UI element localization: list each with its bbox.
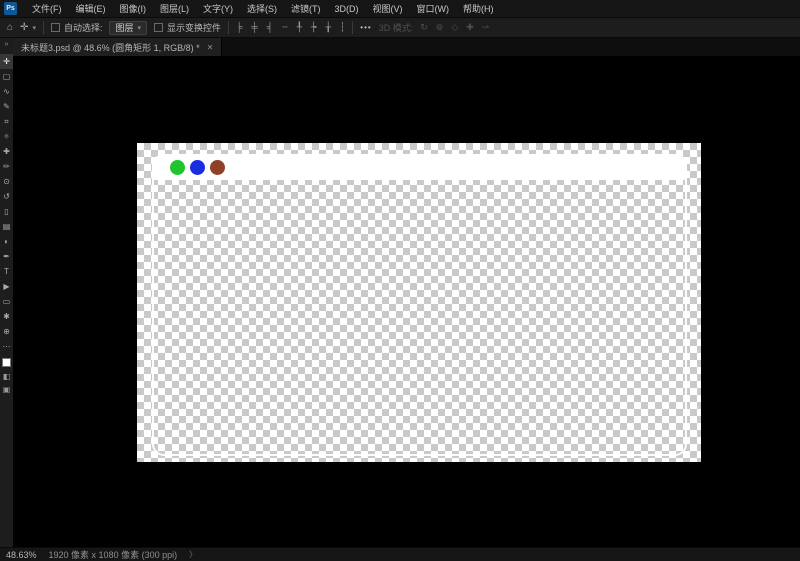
menu-item[interactable]: 3D(D) [328, 0, 366, 18]
artwork-circle [190, 159, 205, 175]
path-selection-tool[interactable]: ▶ [0, 279, 13, 294]
more-options-button[interactable]: ••• [360, 23, 371, 32]
lasso-tool[interactable]: ∿ [0, 84, 13, 99]
menu-bar: Ps 文件(F) 编辑(E) 图像(I) 图层(L) 文字(Y) 选择(S) 滤镜(T) 3D… [0, 0, 800, 18]
window-titlebar-shape [152, 154, 687, 180]
tools: ✛ ▢ ∿ ✎ ⌗ ✧ ✚ ✏ ⊙ ↺ ▯ ▤ ◐ ✒ T ▶ ▭ ✱ ⊕ ⋯ [0, 54, 13, 354]
options-bar: ⌂ ✛ ▾ 自动选择: 图层 ▾ 显示变换控件 ╞ ╪ ╡ ┄ ╀ ┾ ╁ ┆ ••• 3D … [0, 18, 800, 38]
3d-mode-icon: ◇ [451, 22, 459, 32]
divider [42, 21, 44, 34]
photoshop-logo-icon: Ps [4, 2, 17, 15]
hand-tool[interactable]: ✱ [0, 309, 13, 324]
status-bar: 48.63% 1920 像素 x 1080 像素 (300 ppi) 〉 [0, 547, 800, 561]
3d-mode-icon: ⊚ [435, 22, 444, 32]
document-tab-title: 未标题3.psd @ 48.6% (圆角矩形 1, RGB/8) * [21, 42, 200, 53]
auto-select-checkbox[interactable] [50, 23, 60, 32]
zoom-tool[interactable]: ⊕ [0, 324, 13, 339]
type-tool[interactable]: T [0, 264, 13, 279]
artwork-circle [170, 159, 185, 175]
foreground-color-swatch[interactable] [2, 358, 11, 367]
window-outline-shape [152, 154, 687, 456]
chevron-down-icon: ▾ [32, 24, 36, 32]
align-icon[interactable]: ┄ [282, 23, 287, 32]
show-transform-checkbox[interactable] [154, 23, 163, 32]
tool-preset-button[interactable]: ✛ ▾ [20, 21, 36, 33]
document-tab-bar: 未标题3.psd @ 48.6% (圆角矩形 1, RGB/8) * ✕ [13, 38, 800, 56]
marquee-tool[interactable]: ▢ [0, 69, 13, 84]
3d-mode-buttons: ↻ ⊚ ◇ ✚ ⇀ [420, 23, 489, 32]
close-icon[interactable]: ✕ [207, 43, 214, 52]
divider [352, 21, 354, 34]
align-icon[interactable]: ┆ [340, 23, 345, 32]
document-canvas[interactable] [137, 143, 701, 462]
screen-mode-icon[interactable]: ▣ [3, 383, 11, 396]
menu-item[interactable]: 文字(Y) [196, 0, 240, 18]
tool-strip: » ✛ ▢ ∿ ✎ ⌗ ✧ ✚ ✏ ⊙ ↺ ▯ ▤ ◐ ✒ T ▶ ▭ ✱ ⊕ ⋯ ◧ ▣ [0, 38, 13, 547]
document-info: 1920 像素 x 1080 像素 (300 ppi) [48, 550, 178, 560]
auto-select-dropdown[interactable]: 图层 ▾ [109, 20, 147, 35]
divider [228, 21, 230, 34]
align-icon[interactable]: ╡ [267, 23, 273, 32]
menu-item[interactable]: 窗口(W) [410, 0, 457, 18]
align-buttons: ╞ ╪ ╡ ┄ ╀ ┾ ╁ ┆ [236, 23, 345, 32]
menu-item[interactable]: 图层(L) [153, 0, 196, 18]
menu-items: 文件(F) 编辑(E) 图像(I) 图层(L) 文字(Y) 选择(S) 滤镜(T) 3D(D)… [25, 0, 501, 18]
workspace: » ✛ ▢ ∿ ✎ ⌗ ✧ ✚ ✏ ⊙ ↺ ▯ ▤ ◐ ✒ T ▶ ▭ ✱ ⊕ ⋯ ◧ ▣ 未标题3.psd @ 48… [0, 38, 800, 547]
3d-mode-icon: ⇀ [481, 22, 490, 32]
zoom-level-field[interactable]: 48.63% [6, 550, 37, 560]
chevron-down-icon: ▾ [137, 24, 141, 32]
crop-tool[interactable]: ⌗ [0, 114, 13, 129]
menu-item[interactable]: 滤镜(T) [284, 0, 328, 18]
home-icon[interactable]: ⌂ [7, 22, 13, 33]
artwork-circle [210, 159, 225, 175]
pen-tool[interactable]: ✒ [0, 249, 13, 264]
photoshop-window: Ps 文件(F) 编辑(E) 图像(I) 图层(L) 文字(Y) 选择(S) 滤镜(T) 3D… [0, 0, 800, 561]
menu-item[interactable]: 编辑(E) [69, 0, 113, 18]
quick-selection-tool[interactable]: ✎ [0, 99, 13, 114]
align-icon[interactable]: ╪ [251, 23, 257, 32]
document-tab[interactable]: 未标题3.psd @ 48.6% (圆角矩形 1, RGB/8) * ✕ [13, 38, 223, 56]
align-icon[interactable]: ╁ [325, 23, 330, 32]
shape-tool[interactable]: ▭ [0, 294, 13, 309]
menu-item[interactable]: 文件(F) [25, 0, 69, 18]
menu-item[interactable]: 选择(S) [240, 0, 284, 18]
pasteboard [13, 56, 800, 547]
menu-item[interactable]: 视图(V) [366, 0, 410, 18]
move-tool-icon: ✛ [20, 21, 29, 33]
dodge-tool[interactable]: ◐ [0, 234, 13, 249]
quick-mask-icon[interactable]: ◧ [3, 370, 11, 383]
align-icon[interactable]: ┾ [311, 23, 316, 32]
3d-mode-label: 3D 模式: [378, 23, 414, 33]
align-icon[interactable]: ╀ [297, 23, 302, 32]
move-tool[interactable]: ✛ [0, 54, 13, 69]
collapse-toolbar-icon[interactable]: » [5, 39, 9, 51]
history-brush-tool[interactable]: ↺ [0, 189, 13, 204]
main-area: 未标题3.psd @ 48.6% (圆角矩形 1, RGB/8) * ✕ [13, 38, 800, 547]
healing-brush-tool[interactable]: ✚ [0, 144, 13, 159]
eyedropper-tool[interactable]: ✧ [0, 129, 13, 144]
clone-stamp-tool[interactable]: ⊙ [0, 174, 13, 189]
menu-item[interactable]: 图像(I) [113, 0, 154, 18]
show-transform-label: 显示变换控件 [167, 23, 222, 33]
menu-item[interactable]: 帮助(H) [456, 0, 501, 18]
status-chevron-icon[interactable]: 〉 [189, 549, 197, 560]
brush-tool[interactable]: ✏ [0, 159, 13, 174]
edit-toolbar[interactable]: ⋯ [0, 339, 13, 354]
3d-mode-icon: ✚ [466, 22, 474, 32]
gradient-tool[interactable]: ▤ [0, 219, 13, 234]
3d-mode-icon: ↻ [420, 22, 428, 32]
eraser-tool[interactable]: ▯ [0, 204, 13, 219]
auto-select-label: 自动选择: [63, 23, 103, 33]
align-icon[interactable]: ╞ [236, 23, 242, 32]
auto-select-value: 图层 [115, 23, 134, 33]
